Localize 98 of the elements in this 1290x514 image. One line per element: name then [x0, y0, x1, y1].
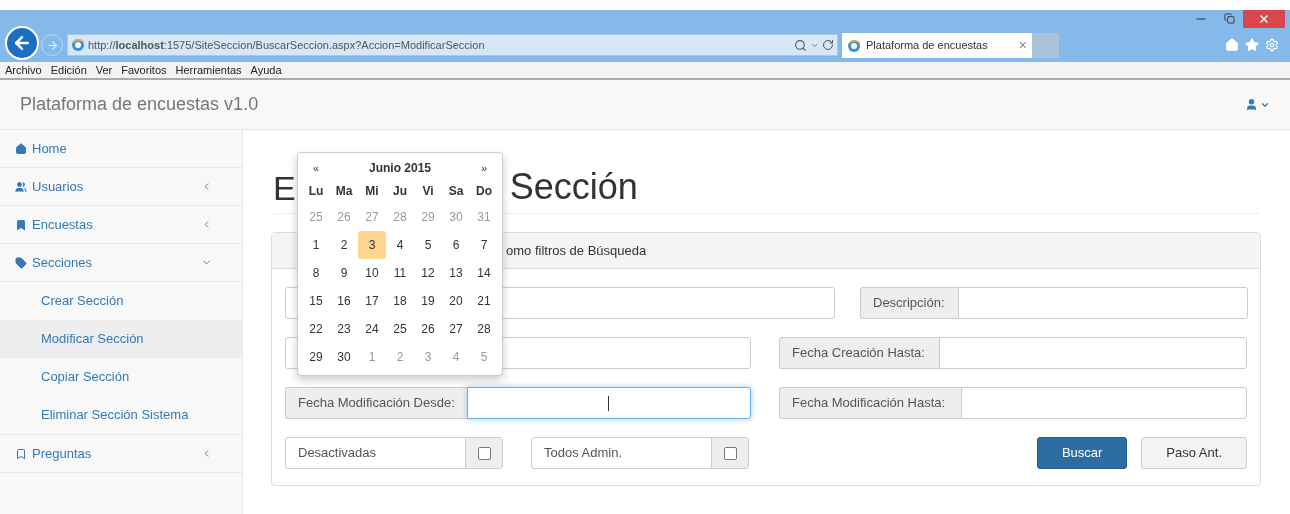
- calendar-day[interactable]: 21: [470, 287, 498, 315]
- calendar-day[interactable]: 17: [358, 287, 386, 315]
- text-field[interactable]: [939, 337, 1247, 369]
- tag-icon: [15, 256, 27, 269]
- calendar-day[interactable]: 2: [330, 231, 358, 259]
- browser-logo-icon: [847, 38, 861, 53]
- sidebar-item[interactable]: Secciones: [0, 244, 242, 282]
- address-bar[interactable]: http://localhost:1575/SiteSeccion/BuscarSeccion.aspx?Accion=ModificarSeccion: [67, 34, 838, 56]
- weekday-label: Mi: [364, 183, 380, 200]
- calendar-day[interactable]: 20: [442, 287, 470, 315]
- sidebar-item[interactable]: Preguntas: [0, 435, 242, 473]
- sidebar-label: Encuestas: [32, 215, 94, 234]
- calendar-day[interactable]: 3: [358, 231, 386, 259]
- field-label: Fecha Modificación Hasta:: [779, 387, 961, 419]
- page-heading: Sección: [509, 169, 638, 205]
- tab-close-button[interactable]: ×: [1018, 35, 1027, 56]
- sidebar-label: Secciones: [32, 253, 93, 272]
- calendar-day[interactable]: 16: [330, 287, 358, 315]
- settings-icon: [1265, 38, 1279, 52]
- bookmark-icon: [15, 218, 27, 231]
- sidebar-item[interactable]: Home: [0, 130, 242, 168]
- calendar-day[interactable]: 7: [470, 231, 498, 259]
- menu-item[interactable]: Edición: [50, 61, 87, 79]
- text-field[interactable]: [961, 387, 1247, 419]
- field-label: Fecha Modificación Desde:: [285, 387, 467, 419]
- page-heading: E: [273, 171, 296, 205]
- close-window-button[interactable]: [1243, 10, 1285, 28]
- weekday-label: Do: [475, 183, 493, 200]
- back-step-button[interactable]: Paso Ant.: [1141, 437, 1247, 469]
- close-icon: [1258, 13, 1270, 25]
- home-icon: [15, 142, 27, 155]
- sidebar-item[interactable]: Usuarios: [0, 168, 242, 206]
- sidebar-item[interactable]: Encuestas: [0, 206, 242, 244]
- home-icon: [1225, 38, 1239, 52]
- submenu-item[interactable]: Copiar Sección: [0, 358, 242, 396]
- browser-logo-icon: [71, 38, 85, 52]
- new-tab-button[interactable]: [1032, 33, 1059, 58]
- calendar-day[interactable]: 22: [302, 315, 330, 343]
- submenu-item[interactable]: Modificar Sección: [0, 320, 242, 358]
- favorites-star-icon: [1245, 38, 1259, 52]
- text-field[interactable]: [958, 287, 1248, 319]
- sidebar-label: Usuarios: [32, 177, 85, 196]
- sidebar-label: Home: [32, 139, 68, 158]
- weekday-label: Ma: [334, 183, 354, 200]
- weekday-label: Sa: [447, 183, 465, 200]
- back-button[interactable]: [5, 26, 39, 60]
- browser-tab[interactable]: Plataforma de encuestas ×: [842, 33, 1032, 58]
- calendar-day[interactable]: 28: [470, 315, 498, 343]
- calendar-day[interactable]: 26: [414, 315, 442, 343]
- checkbox-field[interactable]: Desactivadas: [285, 437, 503, 469]
- forward-arrow-icon: [45, 38, 59, 52]
- user-menu-button[interactable]: [1245, 98, 1270, 111]
- user-icon: [1245, 98, 1258, 111]
- calendar-day[interactable]: 18: [386, 287, 414, 315]
- calendar-day[interactable]: 25: [386, 315, 414, 343]
- users-icon: [15, 180, 27, 193]
- calendar-day[interactable]: 24: [358, 315, 386, 343]
- menu-item[interactable]: Herramientas: [175, 61, 242, 79]
- calendar-day[interactable]: 5: [414, 231, 442, 259]
- month-title[interactable]: Junio 2015: [330, 159, 470, 177]
- calendar-day[interactable]: 27: [442, 315, 470, 343]
- restore-icon: [1224, 13, 1235, 24]
- calendar-day[interactable]: 6: [442, 231, 470, 259]
- text-field[interactable]: [467, 387, 751, 419]
- menu-item[interactable]: Ayuda: [250, 61, 282, 79]
- search-icon: [794, 38, 807, 52]
- previous-month-button[interactable]: «: [302, 159, 330, 177]
- bookmark-icon: [15, 447, 27, 460]
- refresh-icon: [822, 39, 834, 51]
- submenu-item[interactable]: Eliminar Sección Sistema: [0, 396, 242, 434]
- menu-item[interactable]: Favoritos: [121, 61, 167, 79]
- checkbox-field[interactable]: Todos Admin.: [531, 437, 749, 469]
- menu-item[interactable]: Ver: [95, 61, 113, 79]
- sidebar-label: Preguntas: [32, 444, 93, 463]
- weekday-label: Vi: [421, 183, 435, 200]
- checkbox-label: Desactivadas: [297, 444, 378, 463]
- calendar-day[interactable]: 19: [414, 287, 442, 315]
- submenu-item[interactable]: Crear Sección: [0, 282, 242, 320]
- calendar-day[interactable]: 30: [330, 343, 358, 371]
- checkbox[interactable]: [477, 446, 491, 460]
- text-cursor: [608, 396, 609, 411]
- brand-title: Plataforma de encuestas v1.0: [20, 93, 259, 116]
- checkbox-label: Todos Admin.: [543, 444, 624, 463]
- weekday-label: Lu: [307, 183, 325, 200]
- weekday-label: Ju: [392, 183, 408, 200]
- search-button[interactable]: Buscar: [1036, 437, 1128, 469]
- address-text: http://localhost:1575/SiteSeccion/BuscarSeccion.aspx?Accion=ModificarSeccion: [88, 37, 485, 53]
- next-month-button[interactable]: »: [470, 159, 498, 177]
- checkbox[interactable]: [723, 446, 737, 460]
- field-label: Descripción:: [860, 287, 958, 319]
- calendar-day[interactable]: 23: [330, 315, 358, 343]
- calendar-day[interactable]: 1: [302, 231, 330, 259]
- calendar-day[interactable]: 15: [302, 287, 330, 315]
- field-label: Fecha Creación Hasta:: [779, 337, 939, 369]
- tab-title: Plataforma de encuestas: [866, 38, 989, 54]
- calendar-day[interactable]: 4: [386, 231, 414, 259]
- calendar-day[interactable]: 29: [302, 343, 330, 371]
- menu-item[interactable]: Archivo: [5, 61, 42, 79]
